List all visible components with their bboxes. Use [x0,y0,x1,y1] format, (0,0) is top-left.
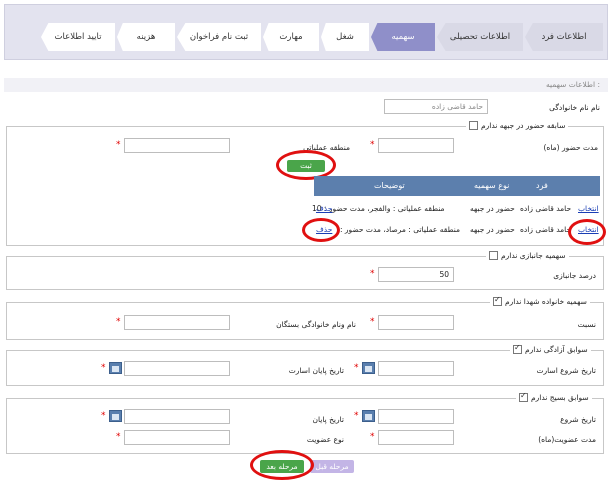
captivity-legend: سوابق آزادگی ندارم [510,343,591,354]
section-title: اطلاعات سهمیه : [4,78,608,92]
required-mark: * [101,411,106,421]
veteran-percent-input[interactable]: 50 [378,267,454,282]
basij-end-input[interactable] [124,409,230,424]
step-personal-info[interactable]: اطلاعات فرد [525,23,603,51]
captivity-start-input[interactable] [378,361,454,376]
row-description: منطقه عملیاتی : مرصاد، مدت حضور : [340,225,461,234]
veteran-checkbox[interactable] [489,251,498,260]
relative-name-label: نام ونام خانوادگی بستگان [276,320,356,329]
step-skill[interactable]: مهارت [263,23,319,51]
family-name-field[interactable]: حامد قاضی زاده [384,99,488,114]
basij-start-label: تاریخ شروع [560,415,596,424]
table-row: انتخاب حامد قاضی زاده حضور در جبهه منطقه… [312,225,600,237]
step-confirm-info[interactable]: تایید اطلاعات [41,23,115,51]
step-job[interactable]: شغل [321,23,369,51]
step-cost[interactable]: هزینه [117,23,175,51]
family-name-label: نام نام خانوادگی [549,103,600,112]
basij-type-label: نوع عضویت [306,435,344,444]
veteran-fieldset [6,256,604,290]
grid-header-person: فرد [536,181,548,190]
table-row: انتخاب حامد قاضی زاده حضور در جبهه منطقه… [312,204,600,216]
basij-legend: سوابق بسیج ندارم [516,391,592,402]
basij-type-input[interactable] [124,430,230,445]
calendar-icon[interactable] [109,410,122,422]
calendar-icon[interactable] [362,410,375,422]
wizard-step-bar: اطلاعات فرد اطلاعات تحصیلی سهمیه شغل مها… [4,4,608,60]
quota-grid-header: فرد نوع سهمیه توضیحات [314,176,600,196]
captivity-start-label: تاریخ شروع اسارت [536,366,596,375]
required-mark: * [116,317,121,327]
veteran-legend: سهمیه جانبازی ندارم [486,251,569,260]
row-person: حامد قاضی زاده [520,225,572,234]
step-education-info[interactable]: اطلاعات تحصیلی [437,23,523,51]
relation-input[interactable] [378,315,454,330]
step-quota[interactable]: سهمیه [371,23,435,51]
step-call-registration[interactable]: ثبت نام فراخوان [177,23,261,51]
next-step-button[interactable]: مرحله بعد [260,460,304,473]
select-link[interactable]: انتخاب [578,204,599,213]
martyr-family-checkbox[interactable] [493,295,502,306]
required-mark: * [101,363,106,373]
front-service-checkbox[interactable] [469,121,478,130]
basij-end-label: تاریخ پایان [312,415,344,424]
row-quota-type: حضور در جبهه [470,204,515,213]
grid-header-description: توضیحات [374,181,405,190]
front-region-label: منطقه عملیاتی [303,143,350,152]
relative-name-input[interactable] [124,315,230,330]
required-mark: * [370,432,375,442]
required-mark: * [370,269,375,279]
row-person: حامد قاضی زاده [520,204,572,213]
calendar-icon[interactable] [362,362,375,374]
row-quota-type: حضور در جبهه [470,225,515,234]
martyr-family-legend: سهمیه خانواده شهدا ندارم [490,295,590,306]
required-mark: * [116,432,121,442]
basij-checkbox[interactable] [519,391,528,402]
front-duration-label: مدت حضور (ماه) [543,143,598,152]
captivity-checkbox[interactable] [513,343,522,354]
front-duration-input[interactable] [378,138,454,153]
required-mark: * [370,317,375,327]
add-front-record-button[interactable]: ثبت [287,160,325,172]
required-mark: * [370,140,375,150]
grid-header-quota-type: نوع سهمیه [474,181,510,190]
basij-duration-input[interactable] [378,430,454,445]
select-link[interactable]: انتخاب [578,225,599,234]
delete-link[interactable]: حذف [316,225,332,234]
delete-link[interactable]: حذف [316,204,332,213]
previous-step-button[interactable]: مرحله قبل [310,460,354,473]
required-mark: * [354,411,359,421]
calendar-icon[interactable] [109,362,122,374]
basij-duration-label: مدت عضویت(ماه) [538,435,596,444]
captivity-end-input[interactable] [124,361,230,376]
required-mark: * [116,140,121,150]
front-region-input[interactable] [124,138,230,153]
basij-fieldset [6,398,604,454]
front-service-legend: سابقه حضور در جبهه ندارم [466,121,569,130]
captivity-end-label: تاریخ پایان اسارت [288,366,344,375]
veteran-percent-label: درصد جانبازی [553,271,596,280]
basij-start-input[interactable] [378,409,454,424]
relation-label: نسبت [577,320,596,329]
required-mark: * [354,363,359,373]
